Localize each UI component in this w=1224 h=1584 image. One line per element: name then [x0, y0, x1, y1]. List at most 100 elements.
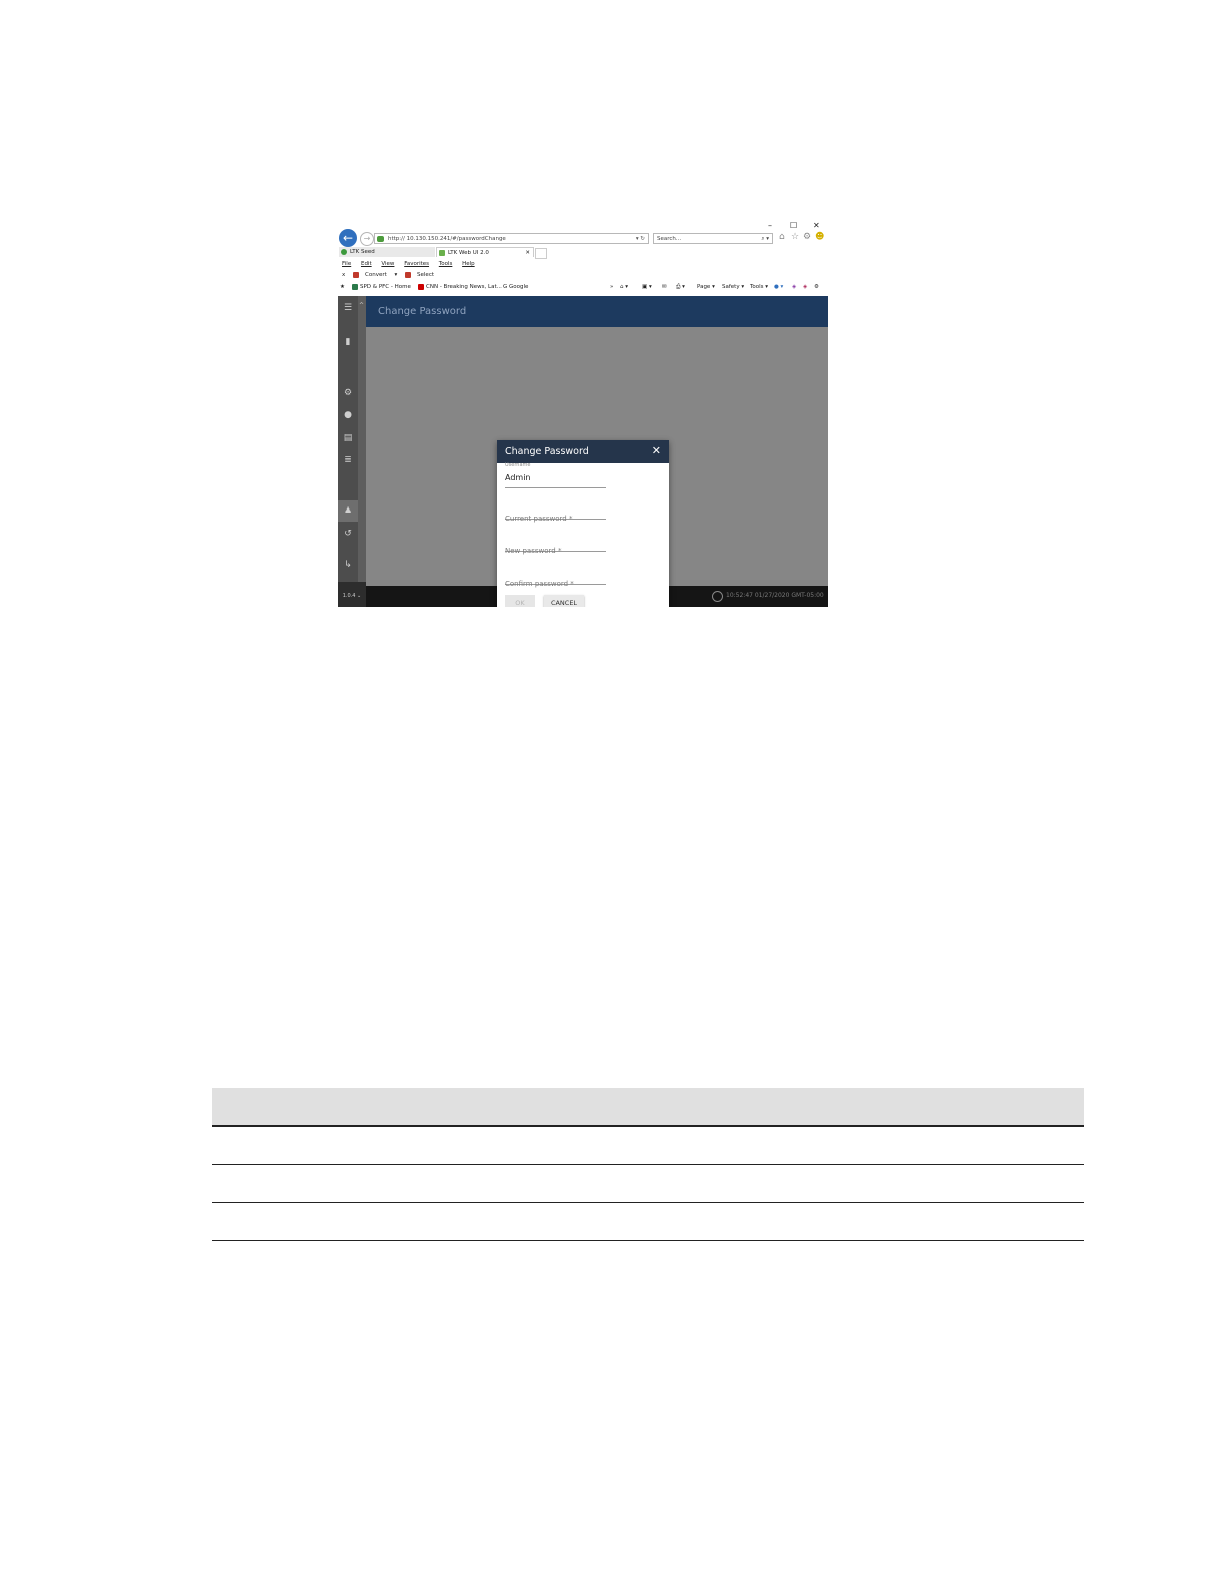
close-icon[interactable]: ✕ — [652, 444, 661, 457]
confirm-password-label: Confirm password * — [505, 580, 574, 588]
tab-ltk-seed[interactable]: LTK Seed — [339, 247, 435, 257]
tab-label: LTK Seed — [350, 249, 375, 255]
app-header: Change Password — [366, 296, 828, 327]
address-text: http:// 10.130.150.241/#/passwordChange — [388, 236, 506, 242]
safety-menu-label: Safety — [722, 284, 740, 290]
back-arrow-icon[interactable]: ← — [339, 229, 357, 247]
circle-arrow-icon[interactable]: ● — [338, 410, 358, 420]
gear-icon[interactable]: ⚙ — [803, 232, 811, 242]
mail-icon[interactable]: ✉ — [662, 282, 667, 293]
document-table — [212, 1088, 1084, 1241]
app-window: ☰ ▮ ⚙ ● ▤ ≣ ♟ ↺ ↳ ^ 1.0.4 ⌄ Change Passw… — [338, 296, 828, 607]
safety-menu[interactable]: Safety ▾ — [722, 282, 744, 293]
settings-icon[interactable]: ⚙ — [814, 282, 819, 293]
menu-edit[interactable]: Edit — [361, 261, 372, 267]
footer-timestamp: 10:52:47 01/27/2020 GMT-05:00 — [726, 592, 824, 599]
menu-help[interactable]: Help — [462, 261, 475, 267]
home-cmd-icon[interactable]: ⌂ ▾ — [620, 282, 628, 293]
menu-bar: File Edit View Favorites Tools Help — [342, 259, 483, 269]
minimize-button[interactable]: – — [768, 221, 772, 230]
nav-version[interactable]: 1.0.4 ⌄ — [338, 582, 366, 607]
smiley-icon[interactable]: ☻ — [815, 232, 824, 242]
select-icon — [405, 271, 412, 278]
favorite-label: SPD & PFC - Home — [360, 284, 411, 290]
close-window-button[interactable]: ✕ — [813, 221, 820, 230]
username-field[interactable]: Username Admin — [505, 462, 606, 488]
table-header — [212, 1088, 1084, 1127]
search-input[interactable]: Search... ⌕ ▾ — [653, 233, 773, 244]
settings-gear-icon[interactable]: ⚙ — [338, 388, 358, 398]
history-icon[interactable]: ↺ — [338, 529, 358, 539]
tools-menu[interactable]: Tools ▾ — [750, 282, 768, 293]
left-nav: ☰ ▮ ⚙ ● ▤ ≣ ♟ ↺ ↳ — [338, 296, 358, 607]
table-row — [212, 1165, 1084, 1203]
new-password-field[interactable]: New password * — [505, 538, 606, 555]
home-icon[interactable]: ⌂ — [779, 232, 785, 242]
sharepoint-icon — [352, 283, 358, 290]
select-button[interactable]: Select — [405, 271, 440, 278]
tab-favicon-icon — [341, 249, 347, 255]
favorites-bar: ★ SPD & PFC - Home CNN - Breaking News, … — [340, 282, 826, 293]
tab-ltk-web-ui[interactable]: LTK Web UI 2.0 ✕ — [436, 247, 534, 257]
cnn-icon — [418, 283, 424, 290]
new-tab-button[interactable] — [535, 248, 547, 259]
select-label: Select — [417, 272, 434, 278]
close-toolbar-icon[interactable]: x — [342, 272, 345, 278]
favorite-spd-pfc[interactable]: SPD & PFC - Home — [352, 282, 411, 293]
favorites-star-icon[interactable]: ★ — [340, 282, 345, 293]
username-value: Admin — [505, 473, 531, 482]
addon-icon[interactable]: ◈ — [803, 282, 807, 293]
more-chevron-icon[interactable]: » — [610, 282, 613, 293]
version-label: 1.0.4 — [342, 593, 356, 599]
close-tab-icon[interactable]: ✕ — [525, 248, 530, 258]
page-title: Change Password — [378, 306, 467, 317]
change-password-dialog: Change Password ✕ Username Admin Current… — [497, 440, 669, 607]
calendar-icon[interactable]: ▤ — [338, 433, 358, 443]
bar-chart-icon[interactable]: ▮ — [338, 337, 358, 347]
logout-icon[interactable]: ↳ — [338, 560, 358, 570]
pdf-icon — [353, 271, 360, 278]
tab-favicon-icon — [439, 250, 445, 256]
forward-arrow-icon[interactable]: → — [360, 232, 374, 246]
convert-toolbar: x Convert ▾ Select — [342, 270, 446, 280]
list-icon[interactable]: ≣ — [338, 455, 358, 465]
nav-collapse-strip[interactable]: ^ — [358, 296, 366, 607]
confirm-password-field[interactable]: Confirm password * — [505, 571, 606, 588]
menu-file[interactable]: File — [342, 261, 351, 267]
favorite-label: CNN - Breaking News, Lat... — [426, 284, 502, 290]
help-icon[interactable]: ● ▾ — [774, 282, 783, 293]
dialog-title: Change Password — [505, 446, 589, 457]
convert-label: Convert — [365, 272, 387, 278]
print-icon[interactable]: ⎙ ▾ — [676, 282, 685, 293]
feeds-icon[interactable]: ▣ ▾ — [642, 282, 652, 293]
table-row — [212, 1127, 1084, 1165]
dialog-header: Change Password ✕ — [497, 440, 669, 463]
menu-tools[interactable]: Tools — [439, 261, 453, 267]
tools-menu-label: Tools — [750, 284, 764, 290]
convert-button[interactable]: Convert ▾ — [353, 271, 397, 278]
username-label: Username — [505, 462, 531, 468]
favorite-cnn[interactable]: CNN - Breaking News, Lat... — [418, 282, 502, 293]
hamburger-menu-icon[interactable]: ☰ — [338, 303, 358, 313]
research-icon[interactable]: ◈ — [792, 282, 796, 293]
user-icon[interactable]: ♟ — [338, 500, 358, 522]
clock-icon — [712, 591, 723, 602]
search-placeholder: Search... — [657, 236, 682, 242]
current-password-label: Current password * — [505, 515, 573, 523]
ok-button[interactable]: OK — [505, 595, 535, 607]
address-bar[interactable]: http:// 10.130.150.241/#/passwordChange … — [374, 233, 649, 244]
maximize-button[interactable]: ☐ — [790, 221, 797, 230]
page-menu[interactable]: Page ▾ — [697, 282, 715, 293]
refresh-icon[interactable]: ▾ ↻ — [636, 234, 645, 245]
cancel-button[interactable]: CANCEL — [544, 595, 584, 607]
star-icon[interactable]: ☆ — [791, 232, 799, 242]
screenshot: – ☐ ✕ ← → http:// 10.130.150.241/#/passw… — [338, 219, 828, 607]
tab-label: LTK Web UI 2.0 — [448, 250, 489, 256]
page-favicon-icon — [377, 236, 384, 242]
current-password-field[interactable]: Current password * — [505, 506, 606, 523]
menu-view[interactable]: View — [381, 261, 394, 267]
menu-favorites[interactable]: Favorites — [404, 261, 429, 267]
favorite-google[interactable]: G Google — [503, 282, 528, 293]
search-icon[interactable]: ⌕ ▾ — [761, 234, 769, 245]
chevron-up-icon[interactable]: ^ — [359, 302, 364, 309]
